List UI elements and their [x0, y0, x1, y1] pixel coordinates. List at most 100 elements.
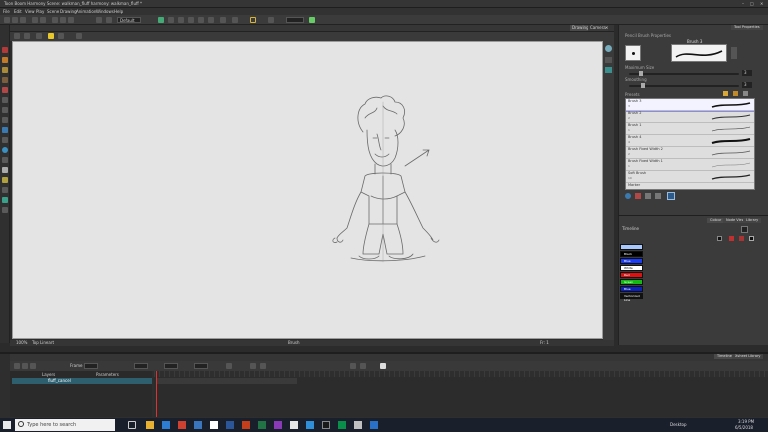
speed-field[interactable] — [194, 363, 208, 369]
peg-icon[interactable] — [188, 17, 194, 23]
remove-colour-icon[interactable] — [739, 236, 744, 241]
minimize-button[interactable]: – — [742, 1, 744, 7]
list-item[interactable]: Brush 33 — [626, 99, 754, 112]
colour-swatch[interactable]: Black — [620, 251, 643, 257]
tab-xsheet-library[interactable]: Xsheet Library — [732, 354, 764, 359]
first-frame-icon[interactable] — [14, 363, 20, 369]
list-item[interactable]: Brush 11 — [626, 123, 754, 135]
timeline-frames[interactable] — [154, 371, 768, 417]
drawing-canvas[interactable] — [12, 41, 603, 339]
colour-swatch[interactable]: White — [620, 265, 643, 271]
view-rotate-icon[interactable] — [36, 33, 42, 39]
edge-browser-icon[interactable] — [162, 421, 170, 429]
close-button[interactable]: ✕ — [760, 1, 763, 7]
start-frame-field[interactable] — [84, 363, 98, 369]
tab-colour[interactable]: Colour — [707, 218, 725, 223]
new-scene-icon[interactable] — [4, 17, 10, 23]
cut-icon[interactable] — [52, 17, 58, 23]
maximize-button[interactable]: □ — [750, 1, 754, 7]
loop-icon[interactable] — [226, 363, 232, 369]
view-mode[interactable]: Top Lineart — [32, 340, 54, 346]
rotate-tool-icon[interactable] — [2, 167, 8, 173]
list-item[interactable]: Brush 44 — [626, 135, 754, 147]
light-bulb-icon[interactable] — [48, 33, 54, 39]
max-size-slider[interactable] — [629, 71, 739, 76]
undo-icon[interactable] — [32, 17, 38, 23]
deformation-icon[interactable] — [232, 17, 238, 23]
app-icon-white[interactable] — [210, 421, 218, 429]
save-icon[interactable] — [20, 17, 26, 23]
list-item[interactable]: Brush Fixed Width 11 — [626, 159, 754, 171]
new-preset-icon[interactable] — [723, 91, 728, 96]
transform-icon[interactable] — [220, 17, 226, 23]
hand-tool-icon[interactable] — [2, 147, 8, 153]
select-tool-icon[interactable] — [208, 17, 214, 23]
colour-swatch[interactable]: Blue — [620, 258, 643, 264]
render-icon[interactable] — [96, 17, 102, 23]
app-icon-grey[interactable] — [354, 421, 362, 429]
frame-icon[interactable] — [250, 17, 256, 23]
tab-tool-properties[interactable]: Tool Properties — [731, 25, 763, 30]
brush-tool-icon[interactable] — [2, 47, 8, 53]
smoothing-value[interactable]: 3 — [742, 82, 752, 88]
exposure-cells[interactable] — [157, 378, 297, 384]
colour-picker-icon[interactable] — [741, 226, 748, 233]
rename-preset-icon[interactable] — [733, 91, 738, 96]
add-colour-icon[interactable] — [729, 236, 734, 241]
contour-editor-icon[interactable] — [2, 127, 8, 133]
app-icon-green[interactable] — [338, 421, 346, 429]
flip-view-icon[interactable] — [605, 67, 612, 73]
green-plugin-icon[interactable] — [309, 17, 315, 23]
onion-skin-icon[interactable] — [158, 17, 164, 23]
zoom-level[interactable]: 100% — [16, 340, 27, 346]
word-icon[interactable] — [226, 421, 234, 429]
rectangle-tool-icon[interactable] — [2, 107, 8, 113]
redo-icon[interactable] — [40, 17, 46, 23]
swatch-mode-icon[interactable] — [717, 236, 722, 241]
paste-icon[interactable] — [68, 17, 74, 23]
zoom-field[interactable] — [286, 17, 304, 23]
add-layer-icon[interactable] — [250, 363, 256, 369]
app-icon-blue[interactable] — [194, 421, 202, 429]
brush-tool-icon[interactable] — [198, 17, 204, 23]
copy-icon[interactable] — [60, 17, 66, 23]
list-item[interactable]: Brush Fixed Width 22 — [626, 147, 754, 159]
view-zoom-icon[interactable] — [24, 33, 30, 39]
open-icon[interactable] — [12, 17, 18, 23]
reset-view-icon[interactable] — [605, 57, 612, 63]
ink-tool-icon[interactable] — [2, 77, 8, 83]
smoothing-slider[interactable] — [629, 83, 739, 88]
task-view-icon[interactable] — [128, 421, 136, 429]
colour-swatch[interactable] — [620, 244, 643, 250]
paint-tool-icon[interactable] — [2, 87, 8, 93]
layer-name[interactable]: fluff_cancel — [48, 378, 71, 384]
onion-icon[interactable] — [76, 33, 82, 39]
file-explorer-icon[interactable] — [146, 421, 154, 429]
fps-field[interactable] — [164, 363, 178, 369]
app-icon-dark[interactable] — [322, 421, 330, 429]
stroke-tool-icon[interactable] — [2, 197, 8, 203]
clock-date[interactable]: 6/5/2018 — [735, 425, 753, 431]
morph-tool-icon[interactable] — [2, 187, 8, 193]
play-icon[interactable] — [22, 363, 28, 369]
colour-swatch[interactable]: Vectorized Line — [620, 293, 643, 302]
frame-ruler[interactable] — [154, 371, 768, 377]
last-frame-icon[interactable] — [30, 363, 36, 369]
eraser-tool-icon[interactable] — [2, 67, 8, 73]
app-icon-purple[interactable] — [274, 421, 282, 429]
app-icon-toonboom[interactable] — [370, 421, 378, 429]
light-table-icon[interactable] — [168, 17, 174, 23]
preview-icon[interactable] — [106, 17, 112, 23]
tab-library[interactable]: Library — [743, 218, 762, 223]
delete-preset-icon[interactable] — [743, 91, 748, 96]
brush-tip-preview[interactable] — [625, 45, 641, 61]
tray-desktop-label[interactable]: Desktop — [670, 422, 687, 428]
line-tool-icon[interactable] — [2, 97, 8, 103]
list-item[interactable]: Marker — [626, 183, 754, 189]
table-row[interactable]: fluff_cancel — [12, 378, 152, 384]
delete-keyframe-icon[interactable] — [380, 363, 386, 369]
dropper-tool-icon[interactable] — [2, 177, 8, 183]
remove-layer-icon[interactable] — [260, 363, 266, 369]
layer-lock-icon[interactable] — [58, 33, 64, 39]
workspace-select[interactable]: Default — [117, 17, 141, 23]
